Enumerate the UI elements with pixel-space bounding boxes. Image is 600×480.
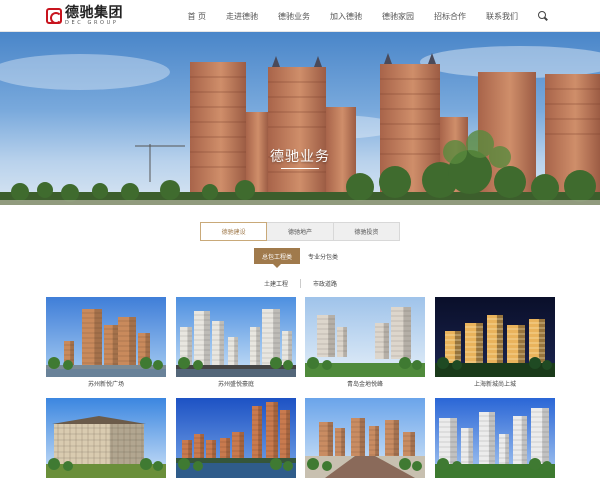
business-tabs: 德驰建设 德驰地产 德驰投资 [200, 222, 400, 241]
nav-item-bidding[interactable]: 招标合作 [434, 11, 466, 22]
banner-skyline-image [0, 46, 600, 205]
category-municipal-roads[interactable]: 市政道路 [307, 276, 343, 290]
tab-real-estate[interactable]: 德驰地产 [267, 222, 334, 241]
project-photo[interactable] [435, 398, 555, 478]
nav-item-home[interactable]: 首 页 [187, 11, 206, 22]
project-photo-image [305, 398, 425, 478]
logo-text: 德驰集团 DEC GROUP [65, 6, 123, 26]
logo-name-cn: 德驰集团 [65, 5, 123, 21]
project-photo-image [176, 297, 296, 377]
project-card[interactable] [46, 398, 166, 480]
project-photo[interactable] [46, 398, 166, 478]
project-photo[interactable] [176, 297, 296, 377]
construction-subtabs: 总包工程类 专业分包类 [254, 248, 346, 268]
category-civil-engineering[interactable]: 土建工程 [258, 276, 294, 290]
category-filter: 土建工程 市政道路 [258, 276, 343, 290]
subtab-specialty-subcontracting[interactable]: 专业分包类 [300, 248, 346, 264]
project-photo[interactable] [176, 398, 296, 478]
search-icon[interactable] [538, 11, 548, 21]
site-header: 德驰集团 DEC GROUP 首 页 走进德驰 德驰业务 加入德驰 德驰家园 招… [0, 0, 600, 32]
project-card[interactable] [176, 398, 296, 480]
tab-construction[interactable]: 德驰建设 [200, 222, 268, 241]
project-photo[interactable] [46, 297, 166, 377]
project-photo-image [435, 398, 555, 478]
project-photo-image [46, 398, 166, 478]
project-card[interactable]: 苏州新悦广场 [46, 297, 166, 389]
project-card[interactable]: 上海新城尚上城 [435, 297, 555, 389]
project-caption[interactable]: 上海新城尚上城 [435, 380, 555, 389]
subtab-general-contracting[interactable]: 总包工程类 [254, 248, 301, 268]
project-photo-image [176, 398, 296, 478]
company-logo[interactable]: 德驰集团 DEC GROUP [46, 6, 123, 26]
nav-item-join[interactable]: 加入德驰 [330, 11, 362, 22]
project-card[interactable]: 青岛金地悦峰 [305, 297, 425, 389]
project-caption[interactable]: 苏州新悦广场 [46, 380, 166, 389]
nav-item-community[interactable]: 德驰家园 [382, 11, 414, 22]
project-caption[interactable]: 青岛金地悦峰 [305, 380, 425, 389]
hero-banner: 德驰业务 [0, 32, 600, 205]
category-divider [300, 278, 302, 288]
project-photo[interactable] [305, 297, 425, 377]
project-photo[interactable] [435, 297, 555, 377]
banner-title-underline [281, 168, 319, 169]
logo-name-en: DEC GROUP [65, 20, 119, 26]
main-nav: 首 页 走进德驰 德驰业务 加入德驰 德驰家园 招标合作 联系我们 [167, 0, 548, 32]
nav-item-business[interactable]: 德驰业务 [278, 11, 310, 22]
project-card[interactable] [435, 398, 555, 480]
banner-title: 德驰业务 [270, 149, 330, 165]
project-card[interactable]: 苏州盛悦豪庭 [176, 297, 296, 389]
project-photo-image [305, 297, 425, 377]
nav-item-contact[interactable]: 联系我们 [486, 11, 518, 22]
project-caption[interactable]: 苏州盛悦豪庭 [176, 380, 296, 389]
project-photo[interactable] [305, 398, 425, 478]
nav-item-about[interactable]: 走进德驰 [226, 11, 258, 22]
logo-mark-icon [46, 8, 62, 24]
project-photo-image [46, 297, 166, 377]
tab-investment[interactable]: 德驰投资 [333, 222, 400, 241]
project-photo-image [435, 297, 555, 377]
project-card[interactable] [305, 398, 425, 480]
